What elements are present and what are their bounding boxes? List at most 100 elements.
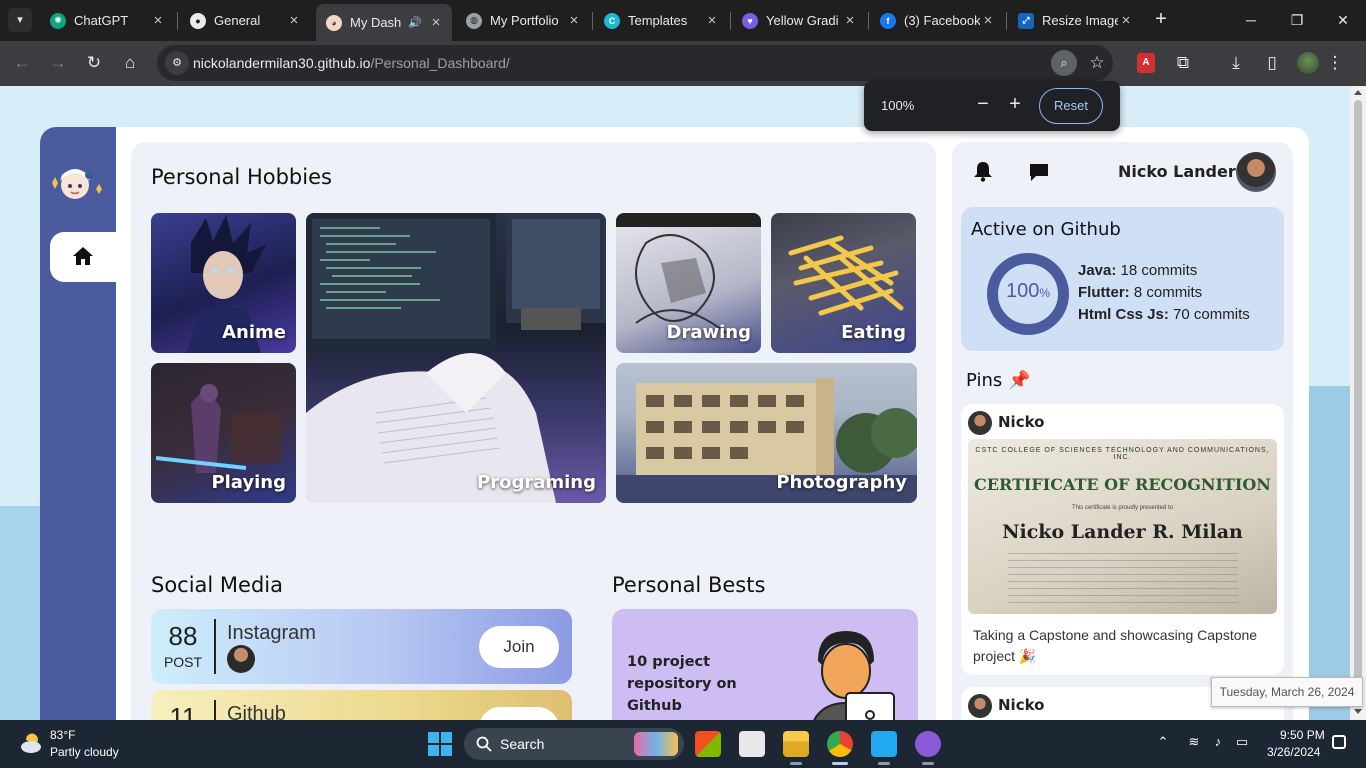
browser-toolbar: ← → ↻ ⌂ ⚙ nickolandermilan30.github.io/P… [0,41,1366,86]
notification-bell-icon[interactable] [972,160,994,182]
post-count-label: POST [163,654,203,670]
divider [214,619,216,674]
reload-button[interactable]: ↻ [82,51,106,75]
partly-cloudy-icon[interactable] [18,730,44,756]
hobbies-title: Personal Hobbies [151,165,332,189]
running-indicator [878,762,890,765]
weather-temperature[interactable]: 83°F [50,728,75,742]
page-scrollbar[interactable] [1350,86,1366,720]
notification-center-icon[interactable] [1332,735,1346,749]
close-tab-icon[interactable]: × [980,12,996,29]
tab-label: My Dash [350,15,402,30]
hobby-card-eating[interactable]: Eating [771,213,916,353]
running-indicator [790,762,802,765]
join-button[interactable]: Join [479,707,559,720]
tab-separator [1006,12,1007,30]
windows-start-icon[interactable] [427,731,453,757]
progress-percent: 100% [1005,280,1051,302]
close-tab-icon[interactable]: × [566,12,582,29]
scroll-up-arrow[interactable] [1354,90,1362,95]
back-button[interactable]: ← [10,51,34,75]
pdf-extension-icon[interactable]: A [1137,53,1155,73]
url-text[interactable]: nickolandermilan30.github.io/Personal_Da… [193,55,510,71]
new-tab-button[interactable]: + [1151,9,1171,29]
home-nav-button[interactable] [50,232,116,282]
close-tab-icon[interactable]: × [286,12,302,29]
facebook-icon: f [880,12,896,29]
wifi-icon[interactable]: ≋ [1184,734,1204,750]
pins-title: Pins 📌 [966,370,1031,391]
home-button[interactable]: ⌂ [118,51,142,75]
zoom-reset-button[interactable]: Reset [1039,88,1103,124]
personal-best-text: 10 project repository on Github [627,654,737,714]
audio-playing-icon[interactable]: 🔊 [408,16,422,29]
taskbar-search[interactable]: Search [464,728,684,760]
forward-button[interactable]: → [46,51,70,75]
close-tab-icon[interactable]: × [704,12,720,29]
close-tab-icon[interactable]: × [842,12,858,29]
active-indicator [832,762,848,765]
show-hidden-icons-chevron-icon[interactable]: ⌃ [1153,734,1173,750]
tab-templates[interactable]: C Templates × [594,6,728,35]
site-info-icon[interactable]: ⚙ [165,51,189,75]
clock-date[interactable]: 3/26/2024 [1267,745,1320,759]
zoom-magnifier-icon[interactable]: ⌕ [1051,50,1077,76]
stat-java: Java: 18 commits [1078,262,1198,279]
github-icon: ● [190,12,206,29]
vscode-icon[interactable] [871,731,897,757]
stat-flutter: Flutter: 8 commits [1078,284,1203,301]
chrome-menu-icon[interactable]: ⋮ [1323,51,1347,75]
restore-button[interactable]: ❐ [1274,6,1320,34]
avatar [227,645,255,673]
close-tab-icon[interactable]: × [1118,12,1134,29]
tab-label: Templates [628,13,688,28]
pin-card[interactable]: Nicko CSTC COLLEGE OF SCIENCES TECHNOLOG… [961,404,1284,675]
hobby-label: Anime [222,322,286,343]
close-tab-icon[interactable]: × [150,12,166,29]
address-bar[interactable]: ⚙ nickolandermilan30.github.io/Personal_… [157,45,1113,81]
tab-yellow-gradient[interactable]: ♥ Yellow Gradi × [732,6,866,35]
microsoft-store-icon[interactable] [695,731,721,757]
profile-avatar[interactable] [1297,52,1319,74]
certificate-image[interactable]: CSTC COLLEGE OF SCIENCES TECHNOLOGY AND … [968,439,1277,614]
join-button[interactable]: Join [479,626,559,668]
battery-icon[interactable]: ▭ [1232,734,1252,750]
zoom-level: 100% [881,98,915,113]
clock-time[interactable]: 9:50 PM [1280,728,1325,742]
anime-favicon: ◕ [326,14,342,31]
tab-my-portfolio[interactable]: ◍ My Portfolio × [456,6,590,35]
tab-my-dashboard[interactable]: ◕ My Dash 🔊 × [316,4,452,41]
weather-description[interactable]: Partly cloudy [50,745,119,759]
hobby-card-programing[interactable]: Programing [306,213,606,503]
volume-icon[interactable]: ♪ [1208,734,1228,749]
close-tab-icon[interactable]: × [428,14,444,31]
extensions-puzzle-icon[interactable]: ⧉ [1171,51,1195,75]
tab-chatgpt[interactable]: ✺ ChatGPT × [40,6,174,35]
downloads-icon[interactable]: ⤓ [1224,51,1248,75]
scroll-down-arrow[interactable] [1354,709,1362,714]
running-indicator [922,762,934,765]
minimize-button[interactable]: ─ [1228,6,1274,34]
scrollbar-thumb[interactable] [1354,100,1362,703]
github-desktop-icon[interactable] [915,731,941,757]
file-explorer-icon[interactable] [783,731,809,757]
side-panel-icon[interactable]: ▯ [1260,51,1284,75]
hobby-card-anime[interactable]: Anime [151,213,296,353]
user-avatar[interactable] [1236,152,1276,192]
tab-resize-image[interactable]: ⤢ Resize Image × [1008,6,1142,35]
chat-message-icon[interactable] [1028,161,1050,183]
chrome-icon[interactable] [827,731,853,757]
social-card-github: 11 Github Join [151,690,572,720]
tab-search-button[interactable]: ▾ [8,8,32,32]
tab-general[interactable]: ● General × [180,6,310,35]
bookmark-star-icon[interactable]: ☆ [1085,51,1109,75]
zoom-in-button[interactable]: + [1004,93,1026,115]
hobby-card-drawing[interactable]: Drawing [616,213,761,353]
close-window-button[interactable]: ✕ [1320,6,1366,34]
social-name: Github [227,703,286,720]
hobby-card-photography[interactable]: Photography [616,363,917,503]
tab-facebook[interactable]: f (3) Facebook × [870,6,1004,35]
zoom-out-button[interactable]: − [972,93,994,115]
snipping-tool-icon[interactable] [739,731,765,757]
hobby-card-playing[interactable]: Playing [151,363,296,503]
